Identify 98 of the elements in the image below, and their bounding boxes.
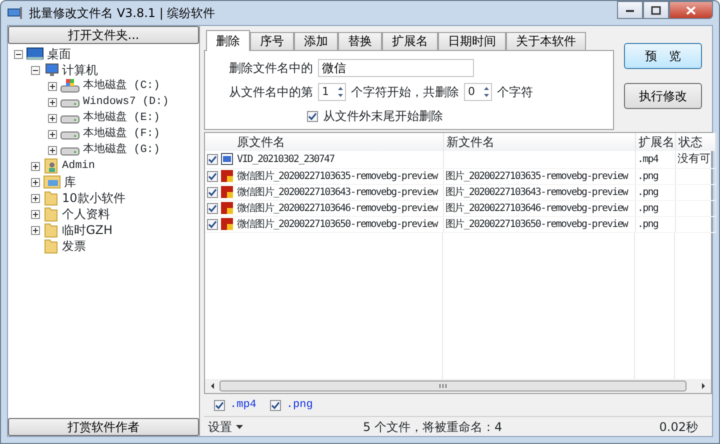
tree-item[interactable]: 本地磁盘 (E:) (83, 110, 160, 126)
folder-icon (43, 206, 59, 222)
table-cell: .mp4 (638, 154, 658, 165)
app-icon (7, 7, 23, 19)
column-header[interactable]: 原文件名 (237, 135, 285, 149)
horizontal-scrollbar[interactable] (205, 379, 711, 393)
expand-toggle-icon[interactable] (31, 226, 40, 234)
row-checkbox[interactable] (207, 218, 218, 230)
row-checkbox[interactable] (207, 154, 218, 165)
close-icon (686, 6, 696, 14)
tree-item[interactable]: 本地磁盘 (C:) (83, 78, 160, 94)
tree-item[interactable]: 个人资料 (62, 205, 110, 223)
maximize-button[interactable] (643, 1, 669, 19)
table-cell: 微信图片_20200227103646-removebg-preview (237, 202, 438, 214)
expand-toggle-icon[interactable] (48, 146, 57, 154)
folder-icon (43, 238, 59, 254)
settings-menu-button[interactable]: 设置 (208, 418, 243, 436)
filter-checkbox[interactable] (214, 400, 225, 410)
status-message: 5 个文件，将被重命名：4 (363, 418, 502, 436)
count-spinner[interactable]: 0 (464, 83, 492, 101)
table-cell: 图片_20200227103646-removebg-preview (446, 202, 628, 214)
tree-item[interactable]: 桌面 (47, 45, 71, 63)
tree-item[interactable]: Admin (62, 158, 96, 174)
checkbox-label: 从文件外末尾开始删除 (323, 108, 443, 125)
desktop-icon (26, 47, 44, 61)
row-checkbox[interactable] (207, 170, 218, 182)
image-file-icon (221, 202, 233, 214)
image-file-icon (221, 170, 233, 182)
tree-item[interactable]: 计算机 (62, 61, 98, 79)
field-label: 从文件名中的第 (229, 84, 313, 101)
tree-item[interactable]: 本地磁盘 (G:) (83, 142, 160, 158)
folder-icon (43, 190, 59, 206)
expand-toggle-icon[interactable] (31, 194, 40, 202)
maximize-icon (651, 6, 661, 14)
text-field[interactable]: 微信 (318, 59, 474, 77)
tree-item[interactable]: Windows7 (D:) (83, 94, 169, 110)
filter-label: .mp4 (230, 398, 256, 413)
caret-icon (236, 424, 243, 428)
table-cell: 微信图片_20200227103650-removebg-preview (237, 218, 438, 230)
start-spinner[interactable]: 1 (318, 83, 346, 101)
table-cell: 图片_20200227103635-removebg-preview (446, 170, 628, 182)
image-file-icon (221, 218, 233, 230)
elapsed-time: 0.02秒 (659, 418, 698, 436)
table-cell: .png (638, 170, 658, 182)
table-cell: 没有可 (678, 152, 710, 165)
table-cell: 微信图片_20200227103635-removebg-preview (237, 170, 438, 182)
minimize-icon (625, 7, 635, 13)
field-label: 个字符开始，共删除 (351, 84, 459, 101)
checkbox[interactable] (307, 110, 318, 122)
apply-button[interactable]: 执行修改 (624, 83, 702, 109)
table-cell: .png (638, 202, 658, 214)
collapse-toggle-icon[interactable] (31, 66, 40, 74)
expand-toggle-icon[interactable] (48, 98, 57, 106)
drive-icon (60, 79, 80, 93)
open-folder-button[interactable]: 打开文件夹... (8, 26, 199, 44)
table-cell: .png (638, 186, 658, 198)
table-cell: 微信图片_20200227103643-removebg-preview (237, 186, 438, 198)
tree-item[interactable]: 本地磁盘 (F:) (83, 126, 160, 142)
tree-item[interactable]: 发票 (62, 237, 86, 255)
video-file-icon (221, 153, 233, 166)
library-icon (43, 174, 61, 190)
tab[interactable]: 序号 (250, 32, 294, 50)
column-header[interactable]: 新文件名 (446, 135, 494, 149)
collapse-toggle-icon[interactable] (14, 50, 23, 58)
expand-toggle-icon[interactable] (31, 162, 40, 170)
tip-author-button[interactable]: 打赏软件作者 (8, 418, 199, 436)
tab[interactable]: 替换 (338, 32, 382, 50)
expand-toggle-icon[interactable] (48, 130, 57, 138)
computer-icon (43, 63, 59, 77)
filter-checkbox[interactable] (270, 400, 282, 410)
filter-label: .png (286, 398, 313, 413)
window-title: 批量修改文件名 V3.8.1 | 缤纷软件 (29, 5, 216, 22)
row-checkbox[interactable] (207, 186, 218, 198)
minimize-button[interactable] (617, 1, 643, 19)
expand-toggle-icon[interactable] (48, 114, 57, 122)
user-folder-icon (43, 158, 59, 174)
field-label: 删除文件名中的 (229, 60, 313, 77)
tab[interactable]: 添加 (294, 32, 338, 50)
table-cell: .png (638, 218, 658, 230)
tab[interactable]: 扩展名 (382, 32, 438, 50)
folder-icon (43, 222, 59, 238)
tree-item[interactable]: 临时GZH (62, 221, 113, 239)
image-file-icon (221, 186, 233, 198)
tab[interactable]: 日期时间 (438, 32, 506, 50)
table-cell: VID_20210302_230747 (237, 154, 334, 165)
row-checkbox[interactable] (207, 202, 218, 214)
tab[interactable]: 关于本软件 (506, 32, 586, 50)
preview-button[interactable]: 预 览 (624, 43, 702, 69)
tree-item[interactable]: 库 (64, 173, 76, 191)
table-cell: 图片_20200227103650-removebg-preview (446, 218, 628, 230)
table-cell: 图片_20200227103643-removebg-preview (446, 186, 628, 198)
expand-toggle-icon[interactable] (48, 82, 57, 90)
tree-item[interactable]: 10款小软件 (62, 189, 126, 207)
tab[interactable]: 删除 (206, 30, 250, 51)
expand-toggle-icon[interactable] (31, 210, 40, 218)
close-button[interactable] (669, 1, 713, 19)
field-label: 个字符 (497, 84, 533, 101)
expand-toggle-icon[interactable] (31, 178, 40, 186)
